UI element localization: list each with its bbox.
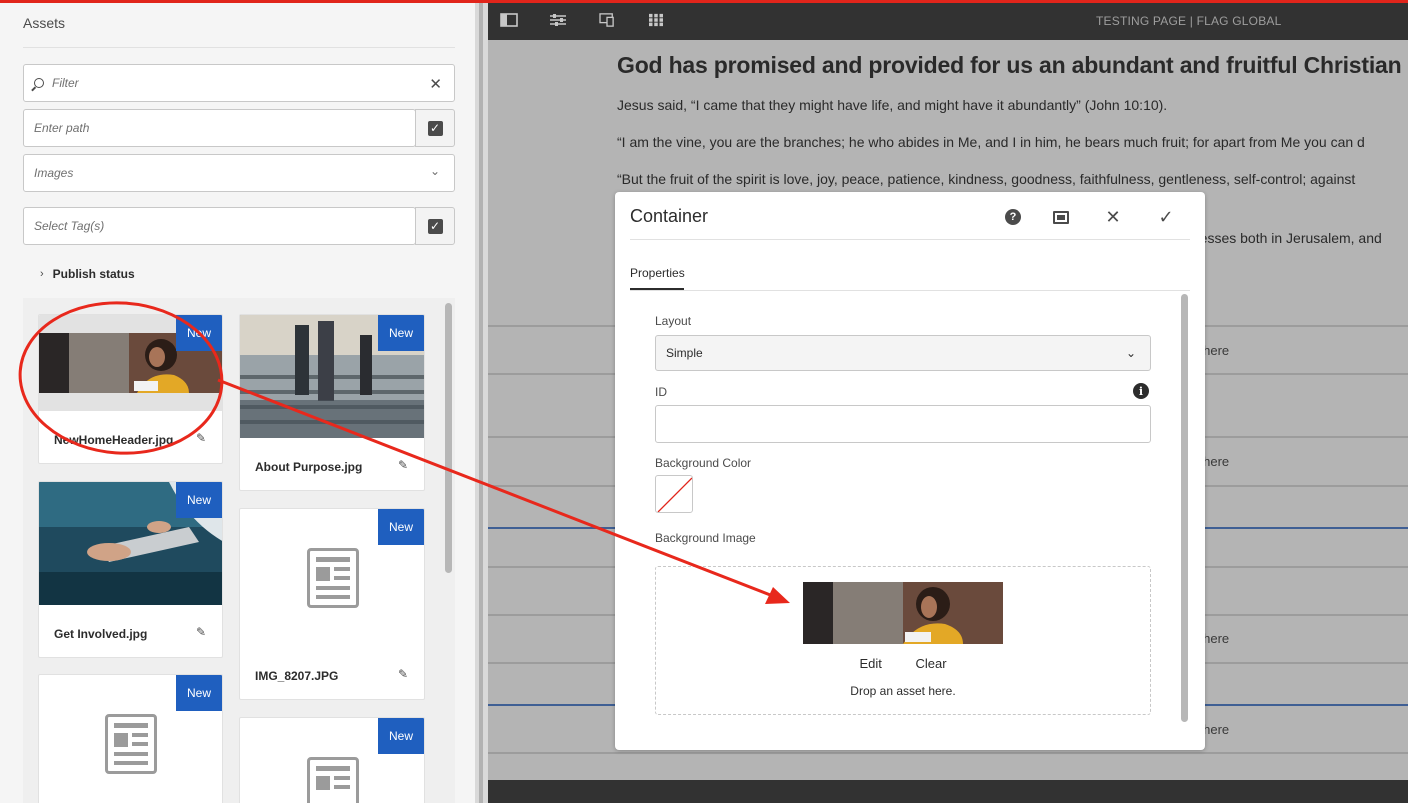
paragraph: tnesses both in Jerusalem, and bbox=[1188, 230, 1382, 246]
asset-card[interactable]: New About Purpose.jpg ✎ bbox=[239, 314, 425, 491]
path-placeholder: Enter path bbox=[34, 121, 90, 135]
new-badge: New bbox=[378, 509, 424, 545]
layout-select[interactable]: Simple ⌄ bbox=[655, 335, 1151, 371]
layout-value: Simple bbox=[666, 346, 703, 360]
background-image-preview bbox=[803, 582, 1003, 644]
chevron-down-icon: ⌄ bbox=[429, 164, 440, 178]
help-icon: ? bbox=[1005, 209, 1021, 225]
page-heading: God has promised and provided for us an … bbox=[617, 52, 1408, 78]
side-panel-icon[interactable] bbox=[500, 13, 518, 27]
fullscreen-icon bbox=[1053, 210, 1069, 224]
chevron-down-icon: ⌄ bbox=[1125, 346, 1136, 360]
panel-resizer[interactable] bbox=[475, 3, 488, 803]
clear-image-button[interactable]: Clear bbox=[915, 656, 946, 671]
filter-input[interactable]: Filter ✕ bbox=[23, 64, 455, 102]
properties-icon[interactable] bbox=[549, 13, 567, 27]
id-field[interactable] bbox=[655, 405, 1151, 443]
asset-card[interactable]: New bbox=[239, 717, 425, 803]
assets-scrollbar[interactable] bbox=[445, 303, 452, 573]
new-badge: New bbox=[378, 315, 424, 351]
grid-icon[interactable] bbox=[647, 13, 665, 27]
asset-card[interactable]: New NewHomeHeader.jpg ✎ bbox=[38, 314, 223, 464]
page-title: TESTING PAGE | FLAG GLOBAL bbox=[1096, 14, 1282, 28]
tags-input[interactable]: Select Tag(s) bbox=[23, 207, 416, 245]
new-badge: New bbox=[176, 675, 222, 711]
color-picker-button[interactable] bbox=[655, 475, 693, 513]
checkbox-icon: ✓ bbox=[427, 120, 443, 136]
path-input[interactable]: Enter path bbox=[23, 109, 416, 147]
close-icon[interactable]: ✕ bbox=[1102, 206, 1124, 228]
top-accent-bar bbox=[0, 0, 1408, 3]
asset-card[interactable]: New bbox=[38, 674, 223, 803]
dialog-divider bbox=[630, 239, 1190, 240]
edit-pencil-icon[interactable]: ✎ bbox=[398, 667, 408, 681]
edit-pencil-icon[interactable]: ✎ bbox=[196, 431, 206, 445]
info-icon[interactable]: i bbox=[1133, 383, 1149, 399]
publish-status-toggle[interactable]: › Publish status bbox=[40, 267, 135, 281]
paragraph: “I am the vine, you are the branches; he… bbox=[617, 134, 1365, 150]
asset-name: About Purpose.jpg bbox=[255, 460, 363, 474]
fullscreen-button[interactable] bbox=[1050, 206, 1072, 228]
asset-card[interactable]: New Get Involved.jpg ✎ bbox=[38, 481, 223, 658]
panel-divider bbox=[23, 47, 455, 48]
tab-divider bbox=[630, 290, 1190, 291]
new-badge: New bbox=[176, 482, 222, 518]
emulator-icon[interactable] bbox=[598, 13, 616, 27]
new-badge: New bbox=[176, 315, 222, 351]
paragraph: Jesus said, “I came that they might have… bbox=[617, 97, 1168, 113]
panel-title: Assets bbox=[23, 15, 66, 31]
asset-type-select[interactable]: Images ⌄ bbox=[23, 154, 455, 192]
edit-pencil-icon[interactable]: ✎ bbox=[196, 625, 206, 639]
filter-placeholder: Filter bbox=[52, 76, 79, 90]
dialog-title: Container bbox=[630, 206, 709, 226]
asset-name: Get Involved.jpg bbox=[54, 627, 148, 641]
asset-type-value: Images bbox=[34, 166, 74, 180]
chevron-right-icon: › bbox=[40, 268, 44, 280]
drop-hint: Drop an asset here. bbox=[850, 684, 956, 698]
done-checkmark-icon[interactable]: ✓ bbox=[1155, 206, 1177, 228]
document-icon bbox=[307, 757, 359, 803]
no-color-icon bbox=[657, 477, 692, 512]
search-icon bbox=[34, 78, 44, 88]
document-icon bbox=[105, 714, 157, 774]
paragraph: “But the fruit of the spirit is love, jo… bbox=[617, 171, 1356, 187]
background-image-dropzone[interactable]: Edit Clear Drop an asset here. bbox=[655, 566, 1151, 715]
publish-status-label: Publish status bbox=[52, 267, 135, 281]
layout-label: Layout bbox=[655, 314, 692, 328]
new-badge: New bbox=[378, 718, 424, 754]
edit-pencil-icon[interactable]: ✎ bbox=[398, 458, 408, 472]
asset-name: NewHomeHeader.jpg bbox=[54, 433, 174, 447]
bg-image-label: Background Image bbox=[655, 531, 756, 545]
editor-toolbar: TESTING PAGE | FLAG GLOBAL bbox=[488, 3, 1408, 40]
container-dialog: Container ? ✕ ✓ Properties Layout Simple… bbox=[615, 192, 1205, 750]
path-browse-button[interactable]: ✓ bbox=[415, 109, 455, 147]
status-bar bbox=[488, 780, 1408, 803]
component-divider bbox=[488, 752, 1408, 754]
tags-placeholder: Select Tag(s) bbox=[34, 219, 105, 233]
help-button[interactable]: ? bbox=[1002, 206, 1024, 228]
checkbox-icon: ✓ bbox=[427, 218, 443, 234]
tab-properties[interactable]: Properties bbox=[630, 266, 685, 280]
asset-name: IMG_8207.JPG bbox=[255, 669, 339, 683]
asset-card[interactable]: New IMG_8207.JPG ✎ bbox=[239, 508, 425, 700]
edit-image-button[interactable]: Edit bbox=[859, 656, 881, 671]
bg-color-label: Background Color bbox=[655, 456, 752, 470]
document-icon bbox=[307, 548, 359, 608]
id-label: ID bbox=[655, 385, 667, 399]
tags-browse-button[interactable]: ✓ bbox=[415, 207, 455, 245]
assets-panel: Assets Filter ✕ Enter path ✓ Images ⌄ Se… bbox=[0, 3, 475, 803]
dialog-scrollbar[interactable] bbox=[1178, 292, 1192, 736]
clear-filter-icon[interactable]: ✕ bbox=[429, 75, 442, 93]
